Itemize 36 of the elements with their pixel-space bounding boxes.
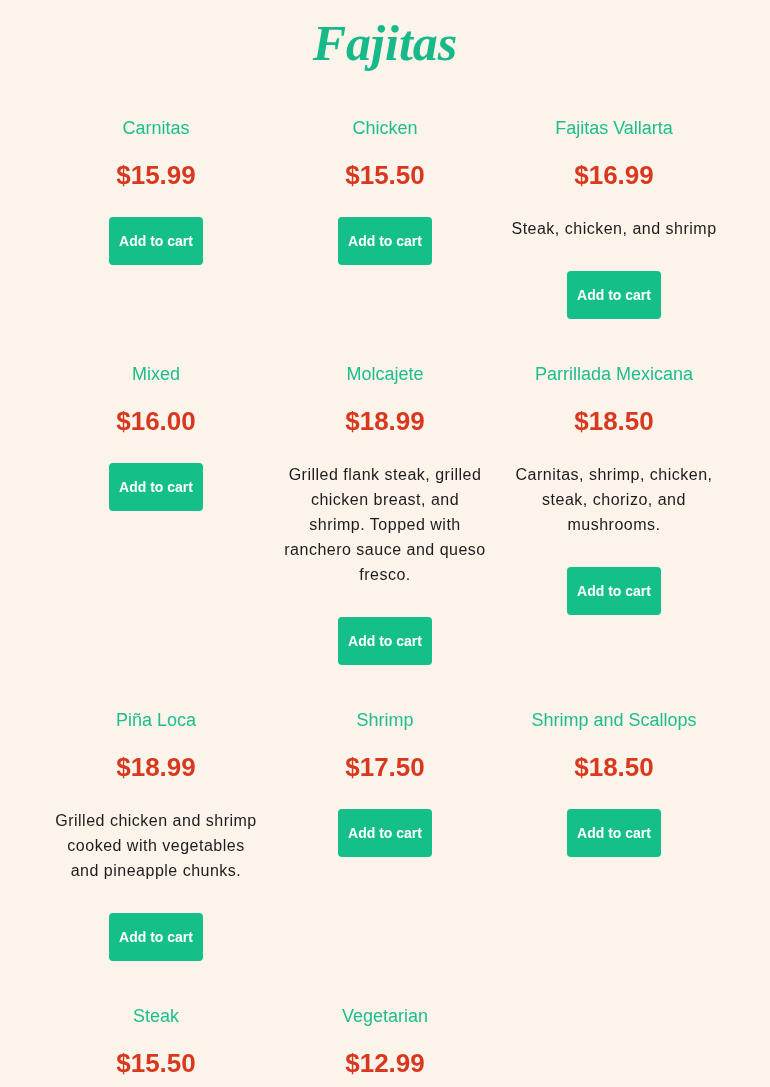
- dish-name: Mixed: [132, 363, 180, 385]
- add-to-cart-button[interactable]: Add to cart: [338, 217, 432, 265]
- dish-description: Grilled chicken and shrimp cooked with vegetables and pineapple chunks.: [54, 811, 258, 881]
- dish-price: $17.50: [345, 751, 425, 783]
- dish-name: Carnitas: [122, 117, 190, 139]
- dish-price: $15.50: [345, 159, 425, 191]
- dish-price: $15.99: [116, 159, 196, 191]
- dish-price: $18.50: [574, 751, 654, 783]
- dish-name: Steak: [133, 1005, 179, 1027]
- dish-description: Grilled flank steak, grilled chicken breast, and shrimp. Topped with ranchero sauce and queso fresco.: [283, 465, 487, 585]
- add-to-cart-button[interactable]: Add to cart: [109, 217, 203, 265]
- dish-name: Vegetarian: [341, 1005, 429, 1027]
- add-to-cart-button[interactable]: Add to cart: [338, 617, 432, 665]
- dish-price: $16.00: [116, 405, 196, 437]
- dish-name: Piña Loca: [115, 709, 197, 731]
- dish-price: $18.99: [116, 751, 196, 783]
- dish-price: $16.99: [574, 159, 654, 191]
- dish-name: Shrimp and Scallops: [531, 709, 697, 731]
- menu-title: Fajitas: [311, 14, 459, 73]
- add-to-cart-button[interactable]: Add to cart: [338, 809, 432, 857]
- add-to-cart-button[interactable]: Add to cart: [109, 463, 203, 511]
- dish-price: $18.99: [345, 405, 425, 437]
- add-to-cart-button[interactable]: Add to cart: [567, 271, 661, 319]
- add-to-cart-button[interactable]: Add to cart: [567, 809, 661, 857]
- dish-name: Shrimp: [356, 709, 414, 731]
- dish-description: Steak, chicken, and shrimp: [510, 219, 718, 239]
- dish-price: $12.99: [345, 1047, 425, 1079]
- dish-price: $15.50: [116, 1047, 196, 1079]
- dish-description: Carnitas, shrimp, chicken, steak, chorizo, and mushrooms.: [514, 465, 714, 535]
- dish-price: $18.50: [574, 405, 654, 437]
- dish-name: Parrillada Mexicana: [534, 363, 694, 385]
- dish-name: Chicken: [352, 117, 418, 139]
- add-to-cart-button[interactable]: Add to cart: [109, 913, 203, 961]
- dish-name: Fajitas Vallarta: [555, 117, 673, 139]
- add-to-cart-button[interactable]: Add to cart: [567, 567, 661, 615]
- dish-name: Molcajete: [346, 363, 424, 385]
